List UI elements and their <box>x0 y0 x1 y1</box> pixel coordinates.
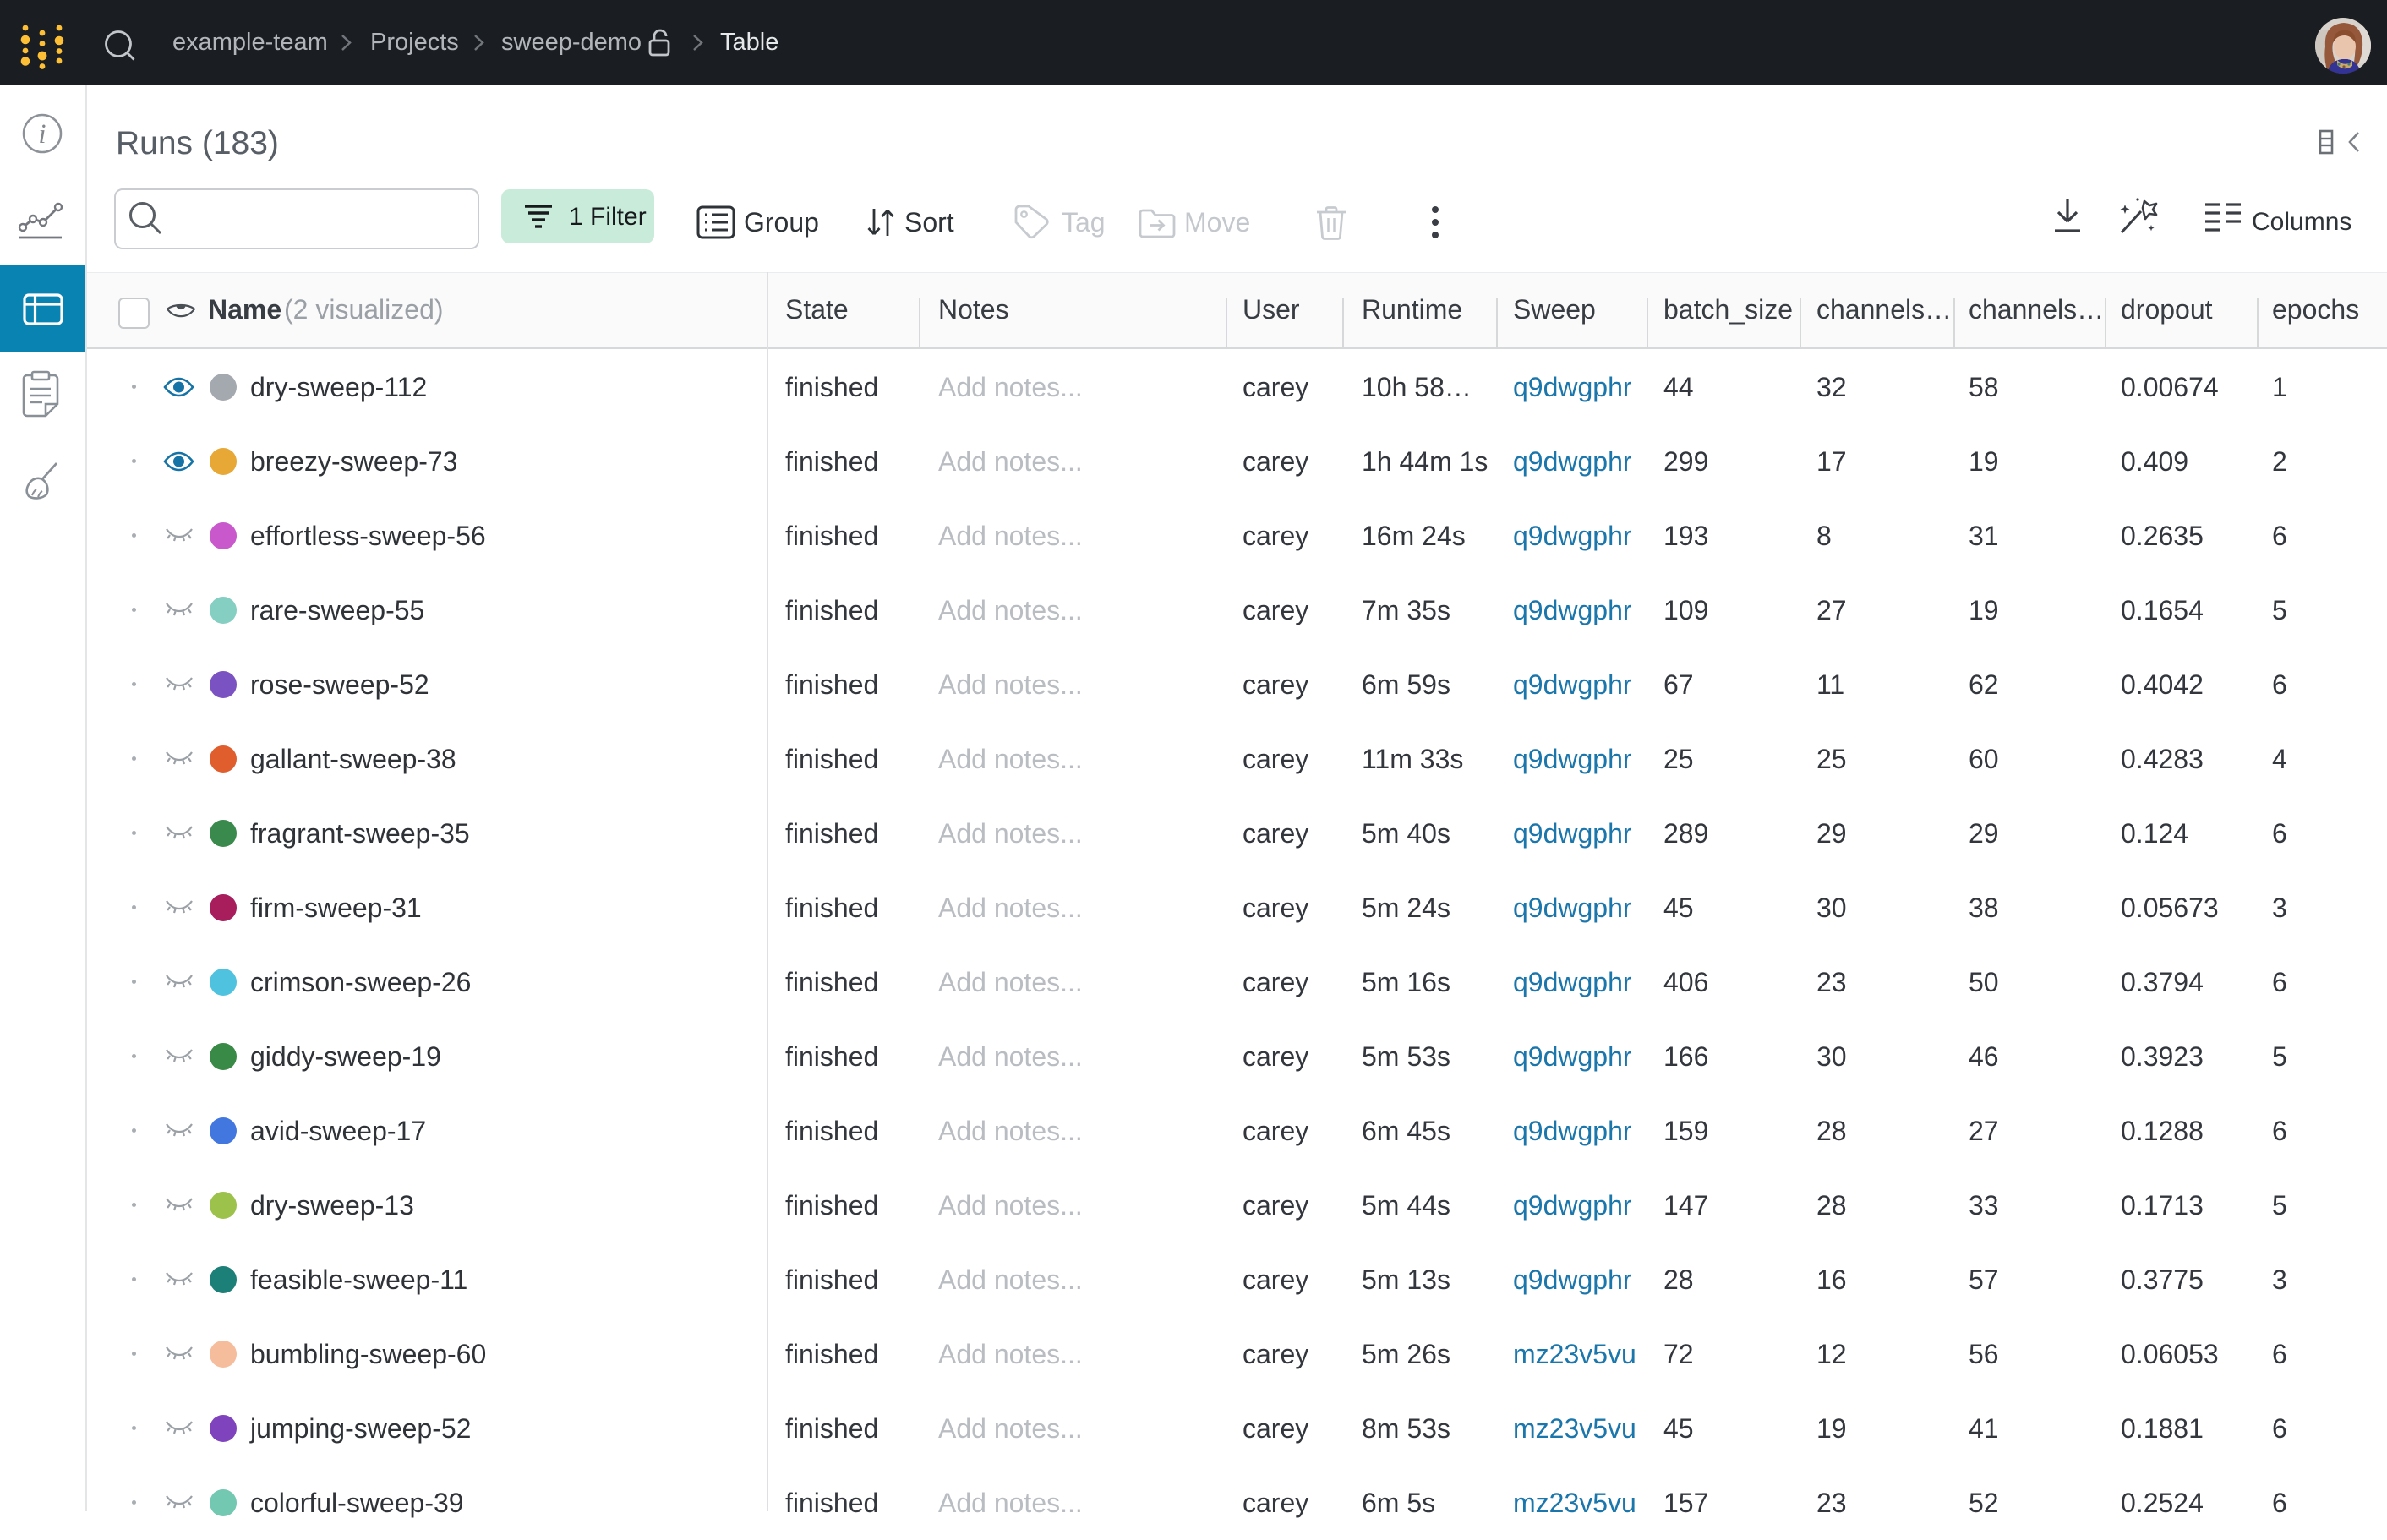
svg-text:i: i <box>38 119 46 150</box>
